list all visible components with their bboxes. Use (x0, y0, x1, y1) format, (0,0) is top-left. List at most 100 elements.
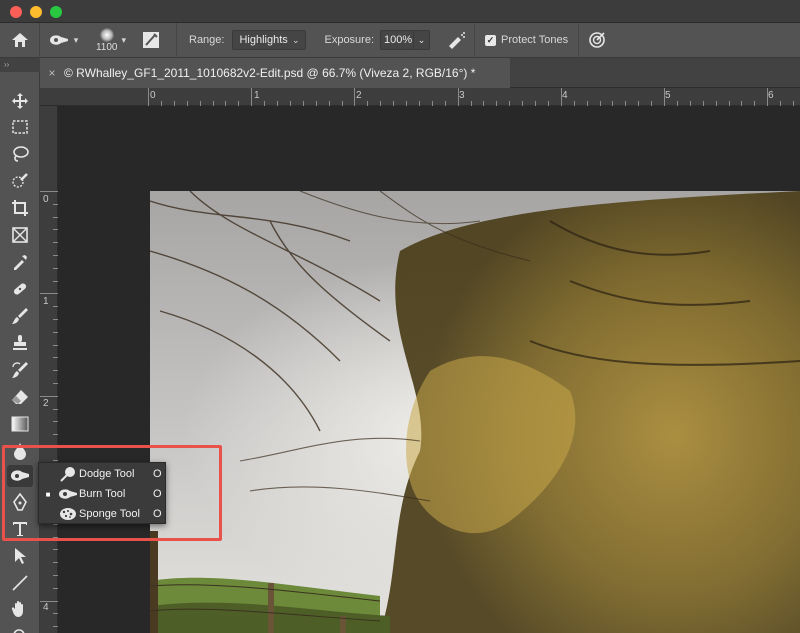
brush-size-value: 1100 (95, 41, 118, 53)
tool-preset-picker[interactable]: ▾ (40, 23, 86, 58)
brush-icon (12, 308, 28, 324)
document-image[interactable] (150, 191, 800, 633)
ruler-label: 1 (43, 296, 49, 307)
exposure-input[interactable]: 100% (380, 30, 415, 50)
hand-icon (11, 601, 23, 617)
rectangle-marquee-icon (12, 120, 28, 134)
ruler-tick (664, 88, 665, 106)
home-icon (11, 33, 28, 47)
brush-size-picker[interactable]: 1100 ▾ (86, 23, 136, 58)
ruler-tick (40, 293, 58, 295)
drop-icon (14, 443, 26, 460)
pressure-size-button[interactable] (579, 23, 615, 58)
ruler-label: 1 (254, 90, 260, 101)
toolbox: ›› (0, 58, 40, 633)
vertical-ruler[interactable]: 0 1 2 3 4 (40, 106, 58, 633)
burn-icon (11, 470, 29, 481)
flyout-item-dodge[interactable]: Dodge Tool O (39, 464, 167, 484)
quick-selection-tool[interactable] (7, 170, 33, 192)
brush-preview-icon (99, 27, 114, 42)
landscape-photo (150, 191, 800, 633)
gradient-tool[interactable] (7, 413, 33, 435)
eraser-tool[interactable] (7, 386, 33, 408)
selected-marker: ■ (45, 489, 51, 499)
type-icon (13, 522, 27, 536)
toning-tools-flyout: Dodge Tool O ■ Burn Tool O Sponge Tool O (38, 462, 166, 524)
clone-stamp-tool[interactable] (7, 332, 33, 354)
ruler-label: 5 (665, 90, 671, 101)
magnifier-icon (13, 629, 25, 633)
flyout-item-label: Dodge Tool (79, 468, 135, 480)
ruler-tick (457, 88, 459, 106)
protect-tones-toggle[interactable]: ✓ Protect Tones (485, 34, 568, 46)
toolbox-collapse-button[interactable]: ›› (0, 58, 40, 72)
brush-tool[interactable] (7, 305, 33, 327)
lasso-tool[interactable] (7, 143, 33, 165)
flyout-item-shortcut: O (153, 508, 162, 520)
document-title: © RWhalley_GF1_2011_1010682v2-Edit.psd @… (64, 66, 476, 80)
ruler-label: 6 (768, 90, 774, 101)
close-window-button[interactable] (10, 6, 22, 18)
ruler-label: 0 (43, 194, 49, 205)
airbrush-button[interactable] (438, 23, 474, 58)
eyedropper-icon (14, 255, 27, 270)
protect-tones-label: Protect Tones (501, 34, 569, 46)
flyout-item-shortcut: O (153, 488, 162, 500)
horizontal-ruler[interactable]: 0 1 2 3 4 5 6 (40, 88, 800, 106)
ruler-tick (148, 88, 149, 106)
home-button[interactable] (0, 22, 40, 58)
options-bar: ▾ 1100 ▾ Range: Highlights ⌄ Exposure: 1… (0, 22, 800, 58)
range-dropdown[interactable]: Highlights ⌄ (232, 30, 307, 50)
ruler-label: 4 (562, 90, 568, 101)
airbrush-icon (449, 32, 466, 49)
line-tool[interactable] (7, 572, 33, 594)
ruler-tick (560, 88, 562, 106)
divider (176, 22, 177, 58)
ruler-tick (767, 88, 769, 106)
blur-tool[interactable] (7, 440, 33, 462)
document-tab[interactable]: × © RWhalley_GF1_2011_1010682v2-Edit.psd… (40, 58, 510, 88)
burn-tool[interactable] (7, 465, 33, 487)
flyout-item-burn[interactable]: ■ Burn Tool O (39, 484, 167, 504)
arrow-cursor-icon (15, 548, 26, 564)
protect-tones-checkbox[interactable]: ✓ (485, 34, 497, 46)
exposure-slider-toggle[interactable]: ⌄ (414, 30, 431, 50)
zoom-window-button[interactable] (50, 6, 62, 18)
path-selection-tool[interactable] (7, 545, 33, 567)
minimize-window-button[interactable] (30, 6, 42, 18)
chevron-down-icon: ▾ (121, 34, 127, 45)
exposure-value: 100% (384, 34, 413, 46)
crop-tool[interactable] (7, 197, 33, 219)
flyout-item-sponge[interactable]: Sponge Tool O (39, 504, 167, 524)
lasso-icon (13, 146, 29, 162)
stamp-icon (13, 335, 27, 350)
quick-selection-icon (12, 173, 28, 188)
move-icon (12, 93, 28, 109)
marquee-tool[interactable] (7, 116, 33, 138)
move-tool[interactable] (7, 90, 33, 112)
history-brush-icon (12, 362, 28, 378)
flyout-item-label: Burn Tool (79, 488, 126, 500)
healing-brush-tool[interactable] (7, 278, 33, 300)
eyedropper-tool[interactable] (7, 251, 33, 273)
type-tool[interactable] (7, 518, 33, 540)
chevron-down-icon: ⌄ (417, 34, 426, 45)
frame-tool[interactable] (7, 224, 33, 246)
sponge-icon (60, 508, 76, 520)
pen-tool[interactable] (7, 491, 33, 513)
zoom-tool[interactable] (7, 622, 33, 633)
ruler-tick (251, 88, 253, 106)
window-title-bar (0, 0, 800, 23)
close-tab-icon[interactable]: × (40, 66, 64, 80)
hand-tool[interactable] (7, 598, 33, 620)
range-value: Highlights (239, 34, 288, 46)
brush-settings-button[interactable] (136, 23, 166, 58)
flyout-item-label: Sponge Tool (79, 508, 140, 520)
divider (474, 22, 476, 58)
document-tab-bar: × © RWhalley_GF1_2011_1010682v2-Edit.psd… (40, 58, 800, 88)
ruler-tick (40, 395, 58, 397)
line-icon (12, 575, 28, 591)
dodge-icon (60, 467, 75, 482)
history-brush-tool[interactable] (7, 359, 33, 381)
ruler-tick (40, 191, 58, 192)
